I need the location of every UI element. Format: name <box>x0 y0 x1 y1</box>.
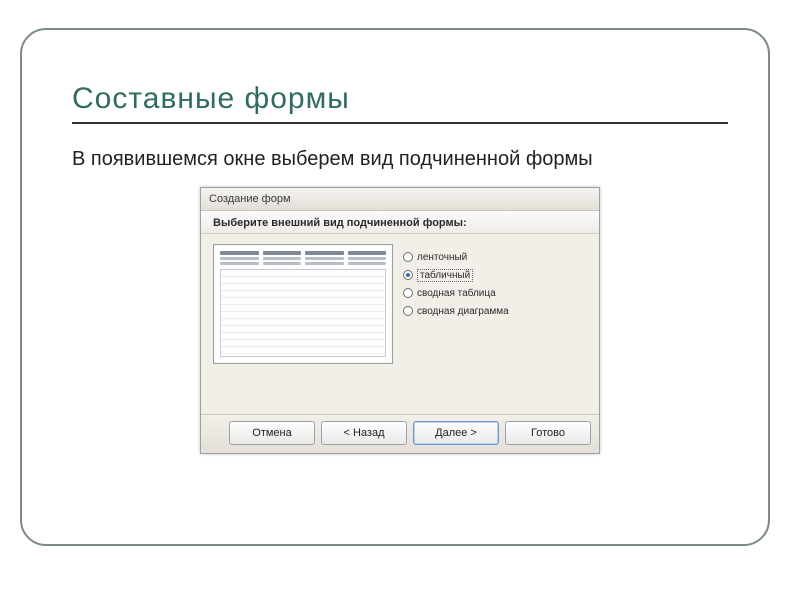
radio-icon <box>403 270 413 280</box>
option-tabular[interactable]: табличный <box>403 266 587 284</box>
preview-grid <box>220 269 386 357</box>
layout-options: ленточный табличный сводная таблица <box>403 244 587 384</box>
option-label: сводная таблица <box>417 288 496 299</box>
option-pivot-table[interactable]: сводная таблица <box>403 284 587 302</box>
radio-icon <box>403 252 413 262</box>
dialog-title: Создание форм <box>209 193 291 205</box>
preview-header-bars <box>220 251 386 265</box>
wizard-dialog: Создание форм Выберите внешний вид подчи… <box>200 187 600 454</box>
next-button[interactable]: Далее > <box>413 421 499 445</box>
slide-body-text: В появившемся окне выберем вид подчиненн… <box>72 146 712 173</box>
dialog-content: ленточный табличный сводная таблица <box>201 234 599 414</box>
option-ribbon[interactable]: ленточный <box>403 248 587 266</box>
option-label: табличный <box>417 269 473 282</box>
finish-button[interactable]: Готово <box>505 421 591 445</box>
back-button[interactable]: < Назад <box>321 421 407 445</box>
slide-frame: Составные формы В появившемся окне выбер… <box>20 28 770 546</box>
radio-icon <box>403 288 413 298</box>
slide-title: Составные формы <box>72 82 728 116</box>
option-label: ленточный <box>417 252 467 263</box>
option-label: сводная диаграмма <box>417 306 509 317</box>
radio-icon <box>403 306 413 316</box>
title-underline <box>72 122 728 124</box>
layout-preview <box>213 244 393 364</box>
embedded-screenshot: Создание форм Выберите внешний вид подчи… <box>200 187 600 454</box>
dialog-instruction: Выберите внешний вид подчиненной формы: <box>201 211 599 234</box>
dialog-titlebar: Создание форм <box>201 188 599 211</box>
cancel-button[interactable]: Отмена <box>229 421 315 445</box>
dialog-button-row: Отмена < Назад Далее > Готово <box>201 414 599 453</box>
option-pivot-chart[interactable]: сводная диаграмма <box>403 302 587 320</box>
